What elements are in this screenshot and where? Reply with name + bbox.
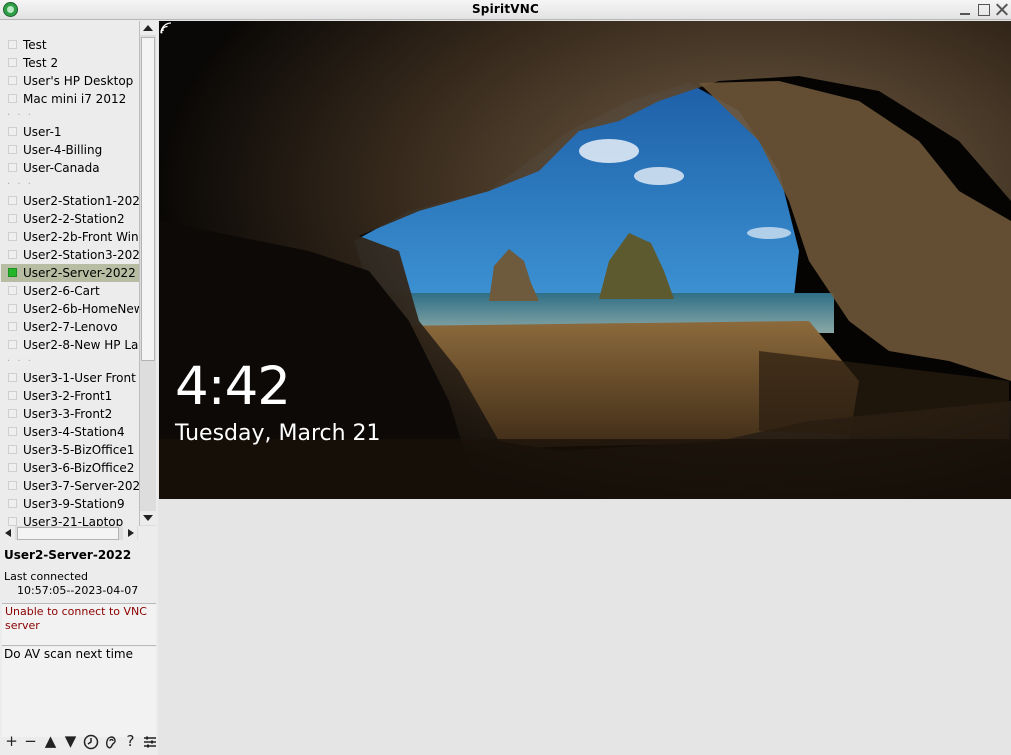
remove-host-button[interactable]: − [21, 731, 40, 751]
status-indicator [8, 127, 17, 136]
scroll-up-arrow-icon[interactable] [140, 21, 156, 35]
status-indicator [8, 163, 17, 172]
group-separator: . . . [7, 107, 33, 118]
connection-error-message: Unable to connect to VNC server [2, 603, 156, 646]
host-list[interactable]: Test Test 2 User's HP Desktop Mac mini i… [1, 21, 140, 526]
group-separator: . . . [7, 353, 33, 364]
move-down-button[interactable]: ▼ [61, 731, 80, 751]
scan-timer-button[interactable] [81, 731, 100, 751]
horizontal-scroll-thumb[interactable] [17, 527, 119, 540]
status-indicator [8, 445, 17, 454]
status-indicator [8, 373, 17, 382]
status-indicator [8, 145, 17, 154]
sidebar: Test Test 2 User's HP Desktop Mac mini i… [0, 20, 158, 755]
host-item[interactable]: User2-Station3-2022 [1, 246, 139, 264]
status-indicator [8, 40, 17, 49]
selected-host-name: User2-Server-2022 [4, 548, 132, 562]
last-connected-label: Last connected [4, 570, 89, 583]
lock-screen-date: Tuesday, March 21 [175, 421, 381, 446]
status-indicator [8, 76, 17, 85]
host-item[interactable]: Test 2 [1, 54, 139, 72]
host-item[interactable]: User3-3-Front2 [1, 405, 139, 423]
host-item[interactable]: User3-2-Front1 [1, 387, 139, 405]
vertical-scroll-thumb[interactable] [141, 37, 155, 361]
host-item[interactable]: User2-6-Cart [1, 282, 139, 300]
network-icon [160, 22, 172, 34]
add-host-button[interactable]: + [2, 731, 21, 751]
scroll-left-arrow-icon[interactable] [1, 526, 15, 540]
host-item[interactable]: User2-2-Station2 [1, 210, 139, 228]
status-indicator [8, 427, 17, 436]
minimize-button[interactable] [957, 2, 973, 18]
host-toolbar: + − ▲ ▼ ? [2, 731, 158, 751]
status-indicator [8, 481, 17, 490]
group-separator: . . . [7, 176, 33, 187]
scroll-down-arrow-icon[interactable] [140, 511, 156, 525]
host-item[interactable]: User2-7-Lenovo [1, 318, 139, 336]
status-indicator [8, 499, 17, 508]
host-item[interactable]: User3-21-Laptop [1, 513, 139, 526]
status-indicator [8, 286, 17, 295]
status-indicator [8, 196, 17, 205]
window-title: SpiritVNC [471, 2, 540, 16]
clock-icon [83, 734, 98, 750]
host-item[interactable]: User2-2b-Front Win [1, 228, 139, 246]
title-bar: SpiritVNC [0, 0, 1011, 20]
status-indicator [8, 94, 17, 103]
host-item[interactable]: User-Canada [1, 159, 139, 177]
status-indicator [8, 58, 17, 67]
status-indicator [8, 304, 17, 313]
scroll-right-arrow-icon[interactable] [123, 526, 137, 540]
host-item[interactable]: User3-5-BizOffice1 [1, 441, 139, 459]
listen-button[interactable] [101, 731, 120, 751]
maximize-button[interactable] [976, 2, 992, 18]
status-indicator [8, 250, 17, 259]
move-up-button[interactable]: ▲ [41, 731, 60, 751]
status-indicator [8, 214, 17, 223]
host-item[interactable]: User-1 [1, 123, 139, 141]
status-indicator [8, 391, 17, 400]
last-connected-time: 10:57:05--2023-04-07 [17, 584, 139, 597]
lock-screen-time: 4:42 [175, 356, 291, 417]
status-indicator [8, 517, 17, 526]
status-indicator [8, 232, 17, 241]
ear-icon [105, 736, 116, 749]
host-item[interactable]: User3-4-Station4 [1, 423, 139, 441]
host-item[interactable]: User3-9-Station9 [1, 495, 139, 513]
status-indicator-connected [8, 268, 17, 277]
host-item[interactable]: User-4-Billing [1, 141, 139, 159]
host-item[interactable]: User2-Station1-2022 [1, 192, 139, 210]
host-item[interactable]: User2-6b-HomeNew [1, 300, 139, 318]
host-item[interactable]: Mac mini i7 2012 [1, 90, 139, 108]
host-item-selected[interactable]: User2-Server-2022 [1, 264, 139, 282]
close-button[interactable] [994, 2, 1010, 18]
host-item[interactable]: User3-6-BizOffice2 [1, 459, 139, 477]
remote-desktop-view[interactable]: 4:42 Tuesday, March 21 [159, 21, 1011, 499]
host-item[interactable]: User's HP Desktop [1, 72, 139, 90]
help-button[interactable]: ? [121, 731, 140, 751]
status-indicator [8, 340, 17, 349]
host-notes[interactable]: Do AV scan next time [2, 647, 156, 737]
host-list-vertical-scrollbar[interactable] [140, 21, 156, 526]
host-item[interactable]: User3-1-User Front [1, 369, 139, 387]
status-indicator [8, 409, 17, 418]
host-item[interactable]: User2-8-New HP Laptop [1, 336, 139, 354]
settings-button[interactable] [140, 731, 159, 751]
host-list-horizontal-scrollbar[interactable] [1, 526, 138, 540]
status-indicator [8, 463, 17, 472]
status-indicator [8, 322, 17, 331]
host-item[interactable]: User3-7-Server-2023 [1, 477, 139, 495]
sliders-icon [143, 736, 156, 748]
host-item[interactable]: Test [1, 36, 139, 54]
